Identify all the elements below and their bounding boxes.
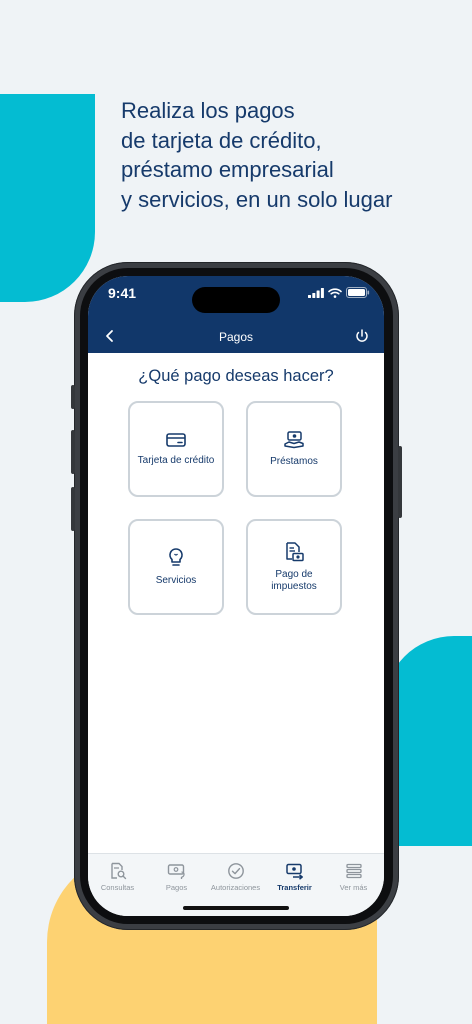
tab-label-autorizaciones: Autorizaciones: [210, 883, 261, 892]
mute-switch: [71, 385, 75, 409]
option-taxes[interactable]: Pago de impuestos: [246, 519, 342, 615]
home-indicator: [183, 906, 289, 910]
signal-icon: [308, 287, 324, 298]
check-circle-icon: [227, 863, 244, 879]
menu-icon: [345, 863, 362, 879]
status-time: 9:41: [108, 285, 137, 301]
tab-label-consultas: Consultas: [100, 883, 135, 892]
option-loans[interactable]: Préstamos: [246, 401, 342, 497]
battery-icon: [346, 287, 370, 298]
tab-consultas[interactable]: Consultas: [88, 862, 147, 892]
payment-question: ¿Qué pago deseas hacer?: [138, 367, 334, 385]
status-icons: [308, 287, 370, 298]
page-title: Pagos: [218, 330, 254, 344]
volume-up-button: [71, 430, 75, 474]
tab-label-pagos: Pagos: [165, 883, 188, 892]
option-label-services: Servicios: [155, 575, 197, 586]
headline-line-2: de tarjeta de crédito,: [121, 127, 322, 153]
headline-line-4: y servicios, en un solo lugar: [121, 186, 393, 212]
payments-icon: [167, 864, 185, 879]
power-icon: [356, 329, 368, 342]
option-credit-card[interactable]: Tarjeta de crédito: [128, 401, 224, 497]
option-services[interactable]: Servicios: [128, 519, 224, 615]
lightbulb-icon: [169, 548, 183, 566]
power-side-button: [398, 446, 402, 518]
logout-button[interactable]: [352, 326, 372, 346]
dynamic-island: [192, 287, 280, 313]
document-search-icon: [110, 862, 126, 880]
tab-ver-mas[interactable]: Ver más: [324, 862, 383, 892]
headline-line-1: Realiza los pagos: [121, 98, 295, 123]
loan-icon: [284, 431, 304, 449]
option-label-taxes: Pago de impuestos: [271, 569, 317, 592]
transfer-icon: [285, 863, 303, 880]
volume-down-button: [71, 487, 75, 531]
tab-transferir[interactable]: Transferir: [265, 862, 324, 892]
headline-line-3: préstamo empresarial: [121, 157, 334, 182]
tab-autorizaciones[interactable]: Autorizaciones: [206, 862, 265, 892]
tab-pagos[interactable]: Pagos: [147, 862, 206, 892]
option-label-loans: Préstamos: [270, 456, 318, 467]
option-label-credit-card: Tarjeta de crédito: [137, 455, 215, 466]
app-header: 9:41 Pagos: [88, 276, 384, 353]
wifi-icon: [328, 287, 342, 298]
phone-screen: 9:41 Pagos ¿Qué pago deseas hacer? Tarje…: [88, 276, 384, 916]
main-content: ¿Qué pago deseas hacer? Tarjeta de crédi…: [88, 353, 384, 853]
tab-label-ver-mas: Ver más: [339, 883, 368, 892]
tax-document-icon: [286, 542, 304, 562]
tab-label-transferir: Transferir: [277, 883, 312, 892]
credit-card-icon: [166, 433, 186, 447]
teal-shape-top: [0, 94, 95, 302]
promo-headline: Realiza los pagos de tarjeta de crédito,…: [121, 96, 451, 214]
